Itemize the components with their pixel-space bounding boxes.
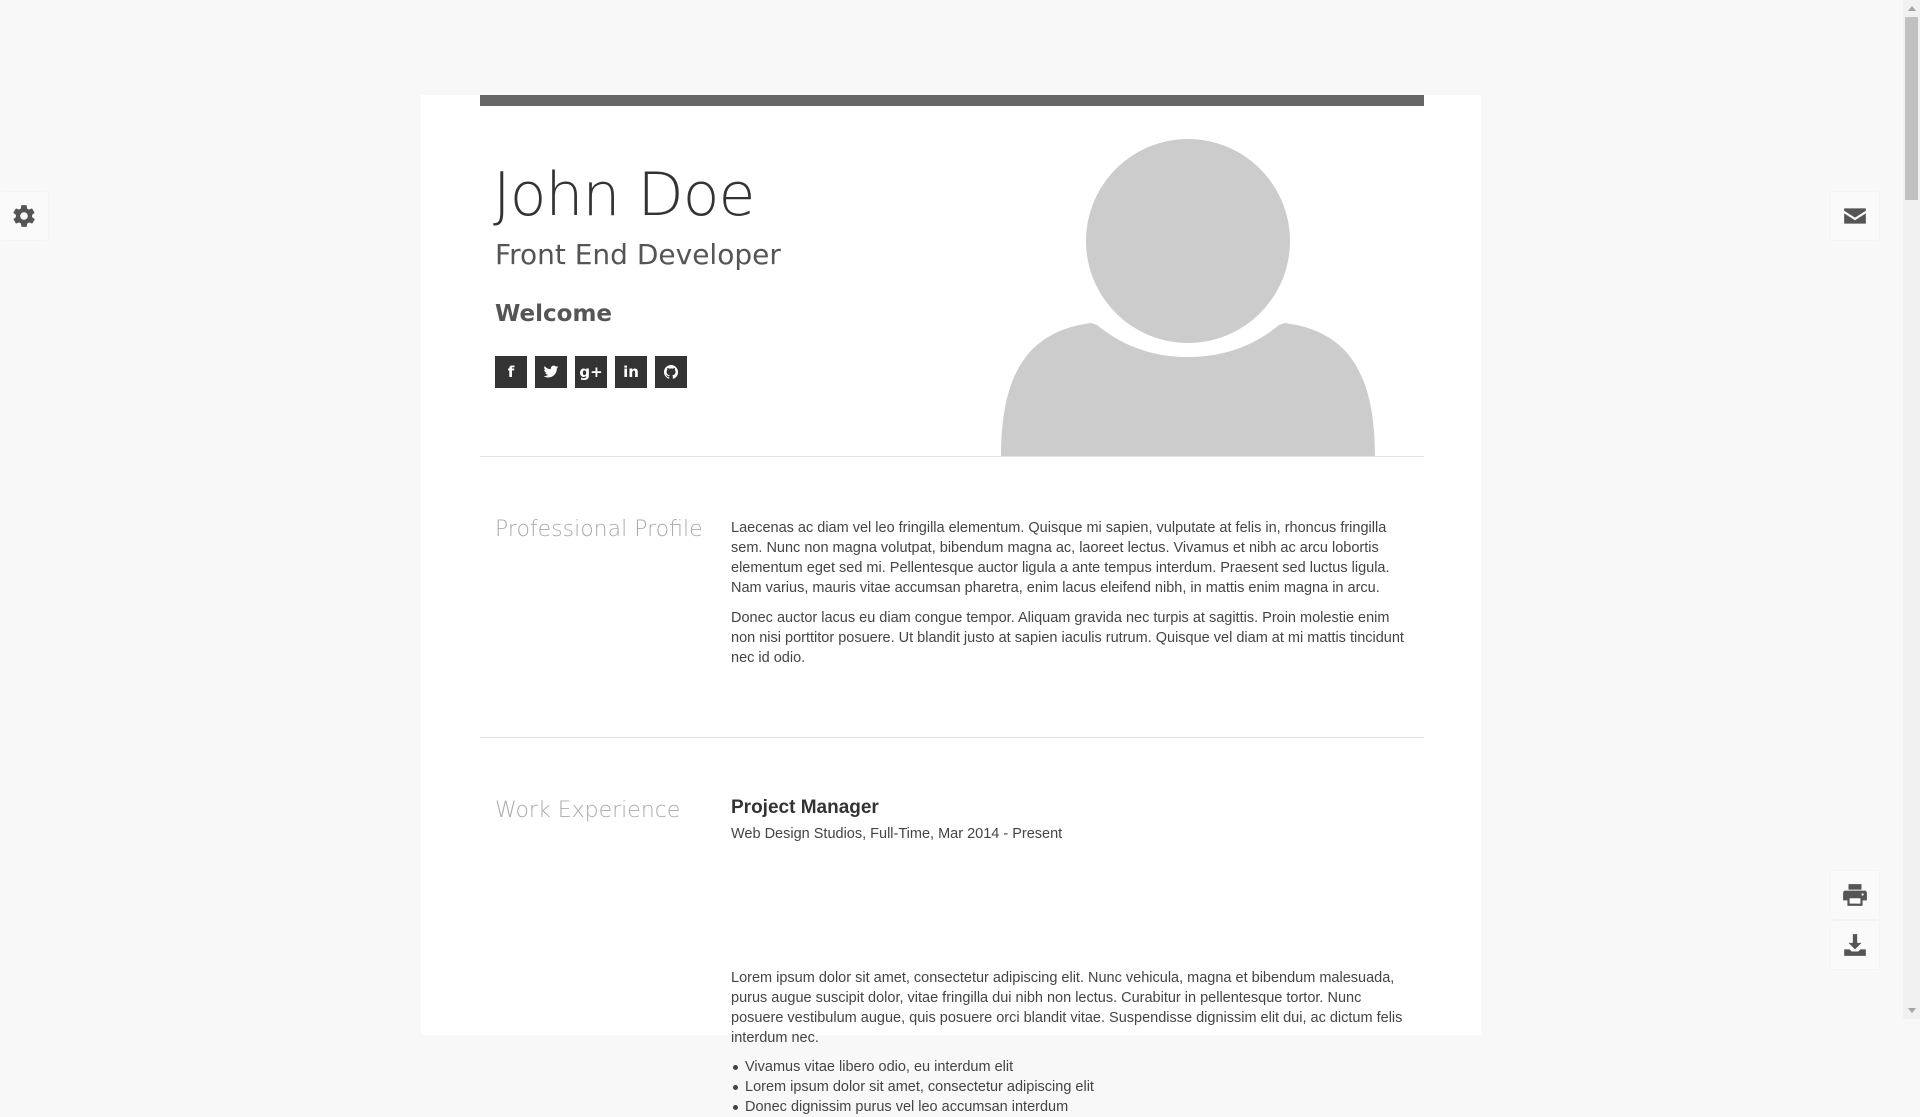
download-button[interactable] (1831, 921, 1879, 969)
scroll-down-arrow[interactable] (1903, 1002, 1920, 1019)
print-button[interactable] (1831, 871, 1879, 919)
caret-down-icon (1907, 1008, 1916, 1013)
job-title: Project Manager (731, 797, 879, 818)
twitter-icon[interactable] (535, 356, 567, 388)
job-bullet-list: Vivamus vitae libero odio, eu interdum e… (731, 1057, 1413, 1117)
work-experience-heading: Work Experience (495, 798, 681, 823)
contact-button[interactable] (1831, 192, 1879, 240)
section-divider (480, 737, 1424, 738)
download-icon (1844, 934, 1866, 956)
facebook-icon[interactable]: f (495, 356, 527, 388)
list-item: Lorem ipsum dolor sit amet, consectetur … (731, 1077, 1413, 1097)
scroll-up-arrow[interactable] (1903, 0, 1920, 17)
twitter-bird-glyph (543, 365, 559, 378)
list-item: Donec dignissim purus vel leo accumsan i… (731, 1097, 1413, 1117)
profile-paragraph: Laecenas ac diam vel leo fringilla eleme… (731, 520, 1390, 596)
github-icon[interactable] (655, 356, 687, 388)
list-item: Vivamus vitae libero odio, eu interdum e… (731, 1057, 1413, 1077)
top-accent-bar (480, 95, 1424, 106)
facebook-glyph: f (507, 363, 515, 381)
linkedin-icon[interactable]: in (615, 356, 647, 388)
gear-icon (13, 205, 35, 227)
social-links: f g+ in (495, 356, 687, 388)
professional-profile-heading: Professional Profile (495, 517, 703, 542)
job-description: Lorem ipsum dolor sit amet, consectetur … (731, 970, 1403, 1046)
google-plus-glyph: g+ (579, 363, 603, 381)
google-plus-icon[interactable]: g+ (575, 356, 607, 388)
person-name: John Doe (493, 160, 755, 230)
job-meta: Web Design Studios, Full-Time, Mar 2014 … (731, 826, 1063, 842)
scrollbar-thumb[interactable] (1905, 17, 1918, 200)
github-octocat-glyph (664, 365, 679, 379)
printer-icon (1843, 884, 1867, 906)
resume-page: John Doe Front End Developer Welcome f g… (421, 95, 1481, 1115)
avatar-placeholder (1001, 139, 1375, 457)
caret-up-icon (1907, 6, 1916, 11)
person-title: Front End Developer (495, 238, 781, 271)
welcome-text: Welcome (495, 301, 613, 327)
section-divider (480, 456, 1424, 457)
envelope-icon (1844, 208, 1866, 224)
profile-text: Laecenas ac diam vel leo fringilla eleme… (731, 518, 1413, 678)
settings-button[interactable] (0, 192, 48, 240)
profile-paragraph: Donec auctor lacus eu diam congue tempor… (731, 610, 1404, 666)
vertical-scrollbar[interactable] (1903, 0, 1920, 1019)
linkedin-glyph: in (623, 363, 639, 381)
